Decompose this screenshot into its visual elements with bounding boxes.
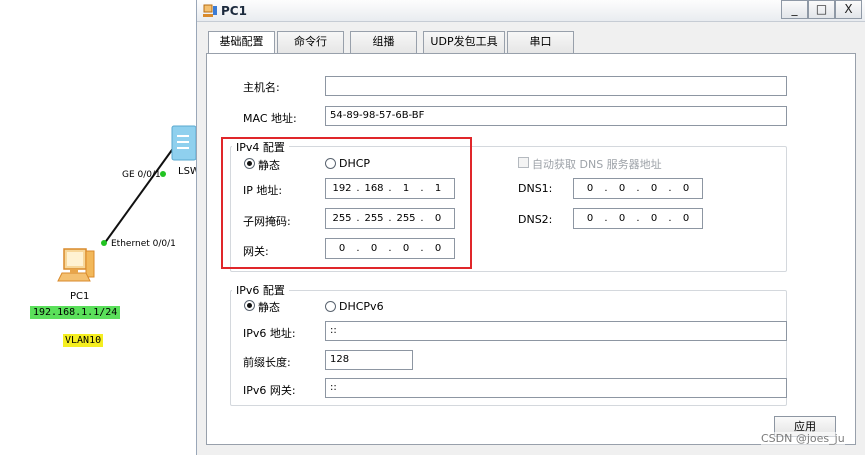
- tab-serial[interactable]: 串口: [507, 31, 574, 53]
- prefix-length-label: 前缀长度:: [243, 356, 291, 369]
- ipv6-address-field[interactable]: ::: [325, 321, 787, 341]
- hostname-label: 主机名:: [243, 81, 280, 94]
- mac-field[interactable]: 54-89-98-57-6B-BF: [325, 106, 787, 126]
- ipv6-static-label: 静态: [258, 301, 280, 314]
- maximize-button[interactable]: □: [808, 0, 835, 19]
- gateway-octet: 0: [434, 243, 442, 254]
- ipv6-group-title: IPv6 配置: [232, 282, 289, 298]
- mac-label: MAC 地址:: [243, 112, 297, 125]
- gateway-octet: 0: [402, 243, 410, 254]
- tab-command-line[interactable]: 命令行: [277, 31, 344, 53]
- vlan-tag: VLAN10: [63, 334, 104, 347]
- gateway-octet: 0: [338, 243, 346, 254]
- ipv4-group-title: IPv4 配置: [232, 139, 289, 155]
- window-title: PC1: [221, 4, 247, 18]
- dns1-label: DNS1:: [518, 182, 553, 195]
- dns1-field[interactable]: 0. 0. 0. 0: [573, 178, 703, 199]
- mask-octet: 255: [364, 213, 384, 224]
- mask-octet: 255: [396, 213, 416, 224]
- ip-octet: 1: [434, 183, 442, 194]
- auto-dns-checkbox[interactable]: [518, 157, 529, 168]
- dns2-label: DNS2:: [518, 213, 553, 226]
- pc-name-label: PC1: [70, 291, 90, 302]
- gateway-label: 网关:: [243, 245, 269, 258]
- ipv4-static-radio[interactable]: [244, 158, 255, 169]
- prefix-length-field[interactable]: 128: [325, 350, 413, 370]
- ipv6-dhcp-radio[interactable]: [325, 301, 336, 312]
- switch-port-label: GE 0/0/1: [122, 170, 161, 180]
- close-button[interactable]: X: [835, 0, 862, 19]
- ipv6-dhcp-label: DHCPv6: [339, 300, 384, 313]
- watermark: CSDN @joes_ju: [761, 432, 845, 445]
- title-bar[interactable]: PC1 _ □ X: [197, 0, 865, 22]
- auto-dns-label: 自动获取 DNS 服务器地址: [532, 158, 662, 171]
- pc-port-label: Ethernet 0/0/1: [111, 239, 176, 249]
- dns2-octet: 0: [586, 213, 594, 224]
- gateway-field[interactable]: 0. 0. 0. 0: [325, 238, 455, 259]
- gateway-octet: 0: [370, 243, 378, 254]
- topology-canvas[interactable]: LSW GE 0/0/1 Ethernet 0/0/1 PC1 192.168.…: [0, 0, 200, 455]
- dns1-octet: 0: [682, 183, 690, 194]
- tab-multicast[interactable]: 组播: [350, 31, 417, 53]
- pc-icon[interactable]: [56, 243, 102, 289]
- pc-ip-tag: 192.168.1.1/24: [30, 306, 121, 319]
- mask-octet: 0: [434, 213, 442, 224]
- ip-octet: 1: [402, 183, 410, 194]
- ip-octet: 168: [364, 183, 384, 194]
- switch-icon[interactable]: [170, 124, 196, 164]
- dns1-octet: 0: [650, 183, 658, 194]
- dns2-octet: 0: [650, 213, 658, 224]
- link-line: [101, 142, 178, 246]
- ipv4-dhcp-radio[interactable]: [325, 158, 336, 169]
- dns2-octet: 0: [618, 213, 626, 224]
- minimize-button[interactable]: _: [781, 0, 808, 19]
- dns1-octet: 0: [618, 183, 626, 194]
- ip-octet: 192: [332, 183, 352, 194]
- dns2-octet: 0: [682, 213, 690, 224]
- ipv4-group: [230, 146, 787, 272]
- ip-address-label: IP 地址:: [243, 184, 283, 197]
- ipv4-static-label: 静态: [258, 159, 280, 172]
- ipv6-static-radio[interactable]: [244, 300, 255, 311]
- subnet-mask-field[interactable]: 255. 255. 255. 0: [325, 208, 455, 229]
- ipv6-gateway-label: IPv6 网关:: [243, 384, 296, 397]
- tab-basic-config[interactable]: 基础配置: [208, 31, 275, 54]
- hostname-field[interactable]: [325, 76, 787, 96]
- ipv6-address-label: IPv6 地址:: [243, 327, 296, 340]
- subnet-mask-label: 子网掩码:: [243, 215, 291, 228]
- dns1-octet: 0: [586, 183, 594, 194]
- mask-octet: 255: [332, 213, 352, 224]
- ipv4-dhcp-label: DHCP: [339, 157, 371, 170]
- ip-address-field[interactable]: 192. 168. 1. 1: [325, 178, 455, 199]
- dns2-field[interactable]: 0. 0. 0. 0: [573, 208, 703, 229]
- tab-udp-tool[interactable]: UDP发包工具: [423, 31, 505, 53]
- app-icon: [203, 4, 217, 17]
- ipv6-gateway-field[interactable]: ::: [325, 378, 787, 398]
